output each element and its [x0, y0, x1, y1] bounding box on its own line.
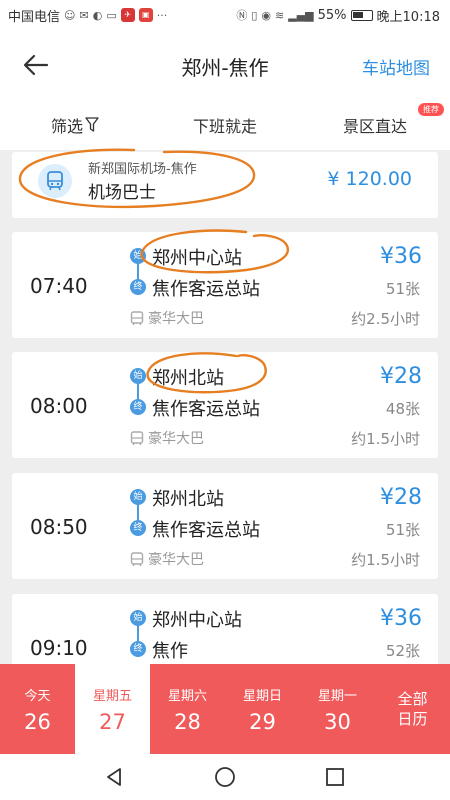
full-calendar-button[interactable]: 全部 日历 — [375, 664, 450, 754]
date-selector: 今天 26 星期五 27 星期六 28 星期日 29 星期一 30 全部 日历 — [0, 664, 450, 754]
battery-icon — [350, 9, 373, 21]
date-tab-sunday[interactable]: 星期日 29 — [225, 664, 300, 754]
duration: 约1.5小时 — [351, 551, 420, 569]
end-tag: 终 — [130, 279, 146, 295]
station-map-link[interactable]: 车站地图 — [362, 54, 430, 79]
date-day: 26 — [24, 709, 51, 734]
date-day: 29 — [249, 709, 276, 734]
ticket-price: ¥36 — [380, 244, 422, 269]
date-weekday: 星期六 — [167, 688, 207, 704]
date-weekday: 今天 — [24, 688, 51, 704]
more-icon: ··· — [156, 8, 168, 22]
carrier-label: 中国电信 — [8, 9, 61, 25]
date-weekday: 星期日 — [242, 688, 282, 704]
hand-drawn-circle-annotation — [18, 148, 256, 209]
filter-label: 筛选 — [50, 117, 83, 136]
message-icon: ✉ — [79, 8, 89, 22]
end-tag: 终 — [130, 520, 146, 536]
departure-station: 郑州北站 — [152, 489, 224, 510]
date-tab-friday[interactable]: 星期五 27 — [75, 664, 150, 754]
departure-station: 郑州中心站 — [152, 610, 242, 631]
bus-type: 豪华大巴 — [130, 308, 204, 328]
status-bar: 中国电信 ☺ ✉ ◐ ▭ ✈ ▣ ··· Ⓝ ▯ ◉ ≋ ▂▄▆ 55% 晚上1… — [0, 0, 450, 30]
arrival-station: 焦作 — [152, 641, 188, 662]
duration: 约2.5小时 — [351, 310, 420, 328]
seats-left: 48张 — [385, 400, 420, 418]
app-notification-icon: ✈ — [120, 8, 135, 22]
after-work-label: 下班就走 — [192, 117, 257, 136]
bus-type: 豪华大巴 — [130, 549, 204, 569]
departure-time: 08:50 — [30, 515, 88, 539]
hand-drawn-circle-annotation — [140, 229, 289, 274]
app-notification-icon: ▣ — [138, 8, 153, 22]
chat-icon: ▭ — [106, 8, 117, 22]
ticket-price: ¥28 — [380, 364, 422, 389]
ticket-price: ¥36 — [380, 606, 422, 631]
ticket-price: ¥28 — [380, 485, 422, 510]
system-navigation-bar — [0, 754, 450, 800]
hand-drawn-circle-annotation — [146, 352, 267, 394]
seats-left: 51张 — [385, 521, 420, 539]
date-day: 27 — [99, 709, 126, 734]
bus-type-label: 豪华大巴 — [148, 552, 204, 568]
bus-type-label: 豪华大巴 — [148, 311, 204, 327]
end-tag: 终 — [130, 399, 146, 415]
end-tag: 终 — [130, 641, 146, 657]
after-work-tab[interactable]: 下班就走 — [150, 113, 300, 137]
signal-icon: ▂▄▆ — [288, 8, 314, 22]
bus-type: 豪华大巴 — [130, 428, 204, 448]
seats-left: 51张 — [385, 280, 420, 298]
trip-card[interactable]: 08:50 始 终 郑州北站 焦作客运总站 豪华大巴 ¥28 51张 约1.5小… — [12, 473, 438, 579]
clock: 晚上10:18 — [376, 9, 440, 25]
emoji-icon: ☺ — [64, 8, 76, 22]
start-tag: 始 — [130, 489, 146, 505]
airport-bus-card[interactable]: 新郑国际机场-焦作 机场巴士 ¥ 120.00 — [12, 148, 438, 218]
arrival-station: 焦作客运总站 — [152, 520, 260, 541]
calendar-label-line1: 全部 — [397, 690, 428, 708]
home-circle-icon[interactable] — [214, 766, 236, 788]
scenic-direct-tab[interactable]: 景区直达 推荐 — [300, 103, 450, 137]
date-tab-today[interactable]: 今天 26 — [0, 664, 75, 754]
duration: 约1.5小时 — [351, 430, 420, 448]
date-tab-saturday[interactable]: 星期六 28 — [150, 664, 225, 754]
departure-time: 08:00 — [30, 394, 88, 418]
date-day: 28 — [174, 709, 201, 734]
date-tab-monday[interactable]: 星期一 30 — [300, 664, 375, 754]
scenic-direct-label: 景区直达 — [342, 117, 407, 136]
start-tag: 始 — [130, 610, 146, 626]
bus-icon — [130, 430, 144, 445]
departure-time: 09:10 — [30, 636, 88, 660]
seats-left: 52张 — [385, 642, 420, 660]
filter-bar: 筛选 下班就走 景区直达 推荐 — [0, 100, 450, 150]
back-triangle-icon[interactable] — [105, 767, 125, 787]
vibrate-icon: ▯ — [251, 8, 258, 22]
trip-card[interactable]: 07:40 始 终 郑州中心站 焦作客运总站 豪华大巴 ¥36 51张 约2.5… — [12, 229, 438, 338]
funnel-icon — [85, 117, 99, 132]
nfc-icon: Ⓝ — [236, 9, 248, 22]
battery-percent: 55% — [317, 7, 347, 23]
recommend-badge: 推荐 — [418, 103, 444, 116]
date-weekday: 星期一 — [317, 688, 357, 704]
filter-button[interactable]: 筛选 — [0, 113, 150, 137]
bus-icon — [130, 310, 144, 325]
date-day: 30 — [324, 709, 351, 734]
date-weekday: 星期五 — [92, 688, 132, 704]
airport-bus-price: ¥ 120.00 — [327, 168, 412, 190]
wifi-icon: ≋ — [275, 8, 285, 22]
departure-time: 07:40 — [30, 274, 88, 298]
header: 郑州-焦作 车站地图 — [0, 30, 450, 100]
recent-apps-icon[interactable] — [325, 767, 345, 787]
trip-card[interactable]: 08:00 始 终 郑州北站 焦作客运总站 豪华大巴 ¥28 48张 约1.5小… — [12, 352, 438, 458]
bus-type-label: 豪华大巴 — [148, 431, 204, 447]
wechat-icon: ◐ — [92, 8, 103, 22]
bus-icon — [130, 551, 144, 566]
eye-icon: ◉ — [261, 8, 272, 22]
calendar-label-line2: 日历 — [397, 710, 428, 728]
